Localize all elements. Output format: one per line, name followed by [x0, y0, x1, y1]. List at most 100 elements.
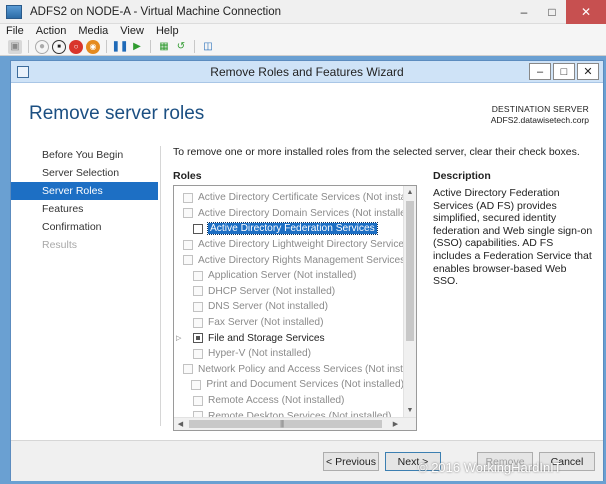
role-label: Active Directory Federation Services	[207, 222, 378, 236]
maximize-icon[interactable]: □	[538, 0, 566, 24]
role-checkbox	[193, 395, 203, 406]
description-text: Active Directory Federation Services (AD…	[433, 187, 593, 288]
role-label: Hyper-V (Not installed)	[208, 348, 312, 360]
nav-server-roles[interactable]: Server Roles	[11, 182, 158, 200]
wizard-title-bar: Remove Roles and Features Wizard – □ ✕	[11, 61, 603, 83]
previous-button[interactable]: < Previous	[323, 452, 379, 471]
wizard-nav: Before You Begin Server Selection Server…	[11, 146, 158, 254]
menu-help[interactable]: Help	[150, 25, 185, 37]
role-checkbox	[183, 239, 193, 250]
role-label: Active Directory Domain Services (Not in…	[198, 207, 415, 219]
role-checkbox	[183, 364, 193, 375]
page-title: Remove server roles	[29, 103, 205, 124]
menu-view[interactable]: View	[114, 25, 150, 37]
toolbar-separator	[28, 40, 29, 53]
roles-vertical-scrollbar[interactable]: ▲ ▼	[403, 186, 416, 417]
nav-results: Results	[42, 239, 78, 251]
role-label: Active Directory Certificate Services (N…	[198, 192, 417, 204]
turn-off-icon[interactable]: ■	[52, 39, 66, 54]
roles-heading: Roles	[173, 170, 202, 182]
role-checkbox[interactable]	[193, 223, 203, 234]
role-row: Active Directory Rights Management Servi…	[174, 252, 416, 268]
role-checkbox	[193, 270, 203, 281]
role-row[interactable]: ▷ File and Storage Services	[174, 330, 404, 346]
start-icon[interactable]: ●	[35, 39, 49, 54]
role-checkbox	[183, 208, 193, 219]
role-row: DHCP Server (Not installed)	[174, 284, 404, 300]
role-label: File and Storage Services	[208, 332, 325, 344]
scroll-grip-icon: |||	[280, 419, 284, 428]
role-checkbox	[193, 317, 203, 328]
pause-icon[interactable]: ❚❚	[112, 40, 129, 54]
shutdown-icon[interactable]: ○	[69, 39, 83, 54]
role-row: Active Directory Lightweight Directory S…	[174, 237, 416, 253]
destination-server-label: DESTINATION SERVER	[491, 104, 589, 114]
copyright-watermark: © 2016 WorkingHardInIT	[418, 460, 562, 475]
role-row: Fax Server (Not installed)	[174, 315, 404, 331]
role-checkbox	[193, 348, 203, 359]
role-label: Fax Server (Not installed)	[208, 317, 324, 329]
nav-confirmation[interactable]: Confirmation	[11, 218, 158, 236]
minimize-icon[interactable]: –	[510, 0, 538, 24]
close-icon[interactable]: ✕	[566, 0, 606, 24]
role-row: Hyper-V (Not installed)	[174, 346, 404, 362]
menu-media[interactable]: Media	[72, 25, 114, 37]
role-row[interactable]: Active Directory Federation Services	[174, 221, 404, 237]
vertical-scroll-thumb[interactable]	[406, 201, 414, 341]
destination-server: DESTINATION SERVER ADFS2.datawisetech.co…	[491, 104, 589, 126]
vm-toolbar: ▣ ● ■ ○ ◉ ❚❚ ▶ ▦ ↺ ◫	[0, 38, 606, 56]
expand-arrow-icon[interactable]: ▷	[176, 334, 186, 342]
role-checkbox	[193, 286, 203, 297]
nav-divider	[160, 146, 161, 426]
vm-window-title: ADFS2 on NODE-A - Virtual Machine Connec…	[30, 5, 281, 18]
ctrl-alt-del-icon[interactable]: ▣	[8, 39, 22, 54]
role-row: Print and Document Services (Not install…	[174, 377, 404, 393]
role-label: Active Directory Lightweight Directory S…	[198, 239, 417, 251]
enhanced-session-icon[interactable]: ◫	[201, 40, 215, 54]
role-label: Application Server (Not installed)	[208, 270, 357, 282]
role-row: DNS Server (Not installed)	[174, 299, 404, 315]
horizontal-scroll-thumb[interactable]	[189, 420, 382, 428]
instruction-text: To remove one or more installed roles fr…	[173, 146, 580, 158]
menu-file[interactable]: File	[0, 25, 30, 37]
scroll-up-arrow-icon[interactable]: ▲	[404, 186, 416, 199]
role-label: Print and Document Services (Not install…	[206, 379, 404, 391]
nav-before-you-begin[interactable]: Before You Begin	[11, 146, 158, 164]
role-label: Network Policy and Access Services (Not …	[198, 363, 417, 375]
nav-features[interactable]: Features	[11, 200, 158, 218]
role-checkbox	[183, 192, 193, 203]
scroll-right-arrow-icon[interactable]: ▶	[389, 418, 402, 430]
save-state-icon[interactable]: ◉	[86, 39, 100, 54]
role-checkbox[interactable]	[193, 333, 203, 344]
roles-tree[interactable]: Active Directory Certificate Services (N…	[173, 185, 417, 431]
description-heading: Description	[433, 170, 491, 182]
wizard-title: Remove Roles and Features Wizard	[210, 64, 404, 79]
toolbar-separator	[150, 40, 151, 53]
resume-icon[interactable]: ▶	[130, 40, 144, 54]
remove-roles-wizard-window: Remove Roles and Features Wizard – □ ✕ R…	[10, 60, 604, 481]
snapshot-icon[interactable]: ▦	[157, 40, 171, 54]
role-row: Remote Access (Not installed)	[174, 393, 404, 409]
toolbar-separator	[194, 40, 195, 53]
role-label: Active Directory Rights Management Servi…	[198, 254, 417, 266]
guest-desktop: Remove Roles and Features Wizard – □ ✕ R…	[0, 57, 606, 484]
scroll-down-arrow-icon[interactable]: ▼	[404, 404, 416, 417]
revert-icon[interactable]: ↺	[174, 40, 188, 54]
vm-title-bar: ADFS2 on NODE-A - Virtual Machine Connec…	[0, 0, 606, 24]
roles-horizontal-scrollbar[interactable]: ◀ ||| ▶	[174, 417, 416, 430]
vm-connection-icon	[6, 4, 22, 19]
role-checkbox	[183, 255, 193, 266]
toolbar-separator	[106, 40, 107, 53]
role-row: Active Directory Certificate Services (N…	[174, 190, 416, 206]
scroll-left-arrow-icon[interactable]: ◀	[174, 418, 187, 430]
vm-menu-bar: File Action Media View Help	[0, 24, 606, 38]
role-row: Application Server (Not installed)	[174, 268, 404, 284]
nav-server-selection[interactable]: Server Selection	[11, 164, 158, 182]
role-label: Remote Access (Not installed)	[208, 395, 345, 407]
destination-server-name: ADFS2.datawisetech.corp	[490, 115, 589, 125]
role-checkbox	[191, 379, 202, 390]
role-row: Active Directory Domain Services (Not in…	[174, 206, 415, 222]
roles-list: Active Directory Certificate Services (N…	[174, 190, 416, 424]
menu-action[interactable]: Action	[30, 25, 73, 37]
wizard-header: Remove server roles DESTINATION SERVER A…	[11, 84, 603, 132]
